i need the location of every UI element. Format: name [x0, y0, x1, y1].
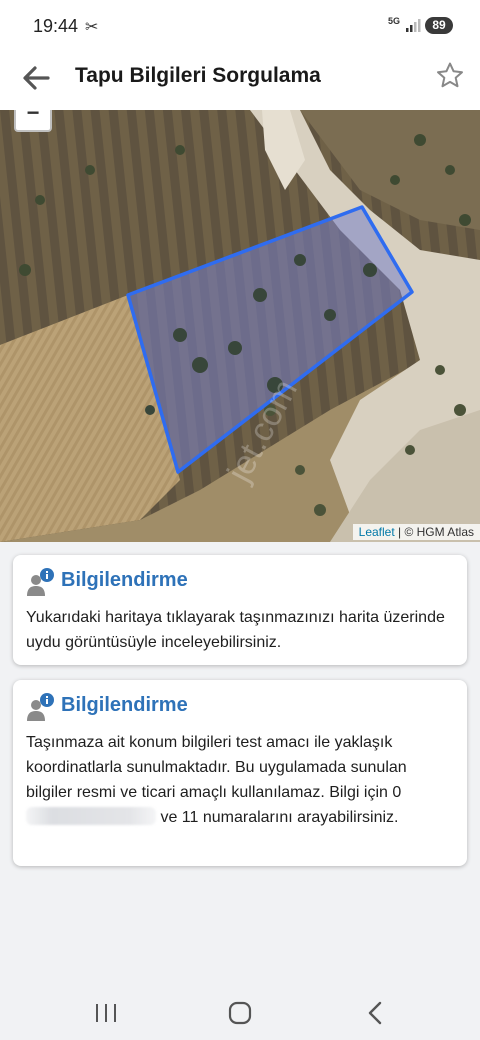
battery-indicator: 89 — [425, 17, 453, 34]
favorite-star-icon[interactable] — [434, 60, 466, 92]
home-icon[interactable] — [228, 1001, 252, 1025]
back-arrow-icon[interactable] — [18, 60, 54, 96]
signal-icon — [406, 19, 421, 32]
user-info-icon — [27, 693, 54, 721]
notification-icon: ✂ — [85, 19, 99, 36]
attribution-source: HGM Atlas — [416, 525, 474, 539]
user-info-icon — [27, 568, 54, 596]
page-title: Tapu Bilgileri Sorgulama — [75, 64, 321, 87]
app-bar: Tapu Bilgileri Sorgulama — [0, 46, 480, 110]
card-text: Taşınmaza ait konum bilgileri test amacı… — [26, 730, 456, 830]
status-time: 19:44 — [33, 16, 79, 36]
card-title: Bilgilendirme — [61, 694, 188, 716]
card-text-before: Taşınmaza ait konum bilgileri test amacı… — [26, 734, 407, 801]
nav-back-icon[interactable] — [364, 1000, 386, 1026]
info-card: Bilgilendirme Yukarıdaki haritaya tıklay… — [13, 555, 467, 665]
system-nav-bar — [0, 985, 480, 1040]
zoom-out-button[interactable]: − — [14, 110, 52, 132]
map-attribution: Leaflet | © HGM Atlas — [352, 524, 480, 540]
redacted-phone-number — [26, 807, 156, 825]
info-card: Bilgilendirme Taşınmaza ait konum bilgil… — [13, 680, 467, 866]
satellite-map[interactable]: jet.com − Leaflet | © HGM Atlas — [0, 110, 480, 542]
network-type-label: 5G — [388, 16, 401, 26]
attribution-separator: | © — [394, 525, 417, 539]
leaflet-link[interactable]: Leaflet — [359, 525, 395, 539]
card-title: Bilgilendirme — [61, 569, 188, 591]
card-text-after: ve 11 numaralarını arayabilirsiniz. — [160, 809, 399, 826]
card-text: Yukarıdaki haritaya tıklayarak taşınmazı… — [26, 609, 445, 651]
recent-apps-icon[interactable] — [93, 1002, 119, 1024]
status-bar: 19:44 ✂ 5G 89 — [0, 0, 480, 46]
